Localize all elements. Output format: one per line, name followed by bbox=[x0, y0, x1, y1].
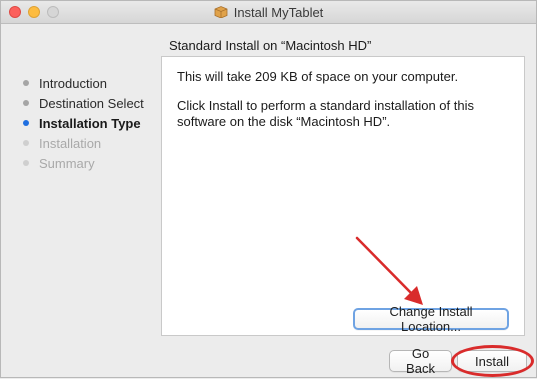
step-label: Summary bbox=[39, 155, 95, 171]
step-installation-type: Installation Type bbox=[23, 113, 163, 133]
change-install-location-button[interactable]: Change Install Location... bbox=[353, 304, 509, 334]
page-title: Standard Install on “Macintosh HD” bbox=[169, 38, 372, 53]
title-bar[interactable]: Install MyTablet bbox=[1, 1, 536, 24]
installer-steps: Introduction Destination Select Installa… bbox=[23, 73, 163, 173]
package-icon bbox=[214, 6, 228, 18]
step-label: Introduction bbox=[39, 75, 107, 91]
step-bullet-icon bbox=[23, 100, 29, 106]
step-installation: Installation bbox=[23, 133, 163, 153]
step-bullet-icon bbox=[23, 120, 29, 126]
step-bullet-icon bbox=[23, 160, 29, 166]
step-label: Destination Select bbox=[39, 95, 144, 111]
content-panel: This will take 209 KB of space on your c… bbox=[161, 56, 525, 336]
go-back-button[interactable]: Go Back bbox=[389, 346, 452, 376]
close-window-icon[interactable] bbox=[9, 6, 21, 18]
step-destination-select: Destination Select bbox=[23, 93, 163, 113]
step-label: Installation bbox=[39, 135, 102, 151]
step-bullet-icon bbox=[23, 140, 29, 146]
window-title-group: Install MyTablet bbox=[214, 4, 324, 20]
step-summary: Summary bbox=[23, 153, 163, 173]
space-requirement-text: This will take 209 KB of space on your c… bbox=[177, 69, 459, 84]
window-controls bbox=[9, 6, 59, 18]
step-introduction: Introduction bbox=[23, 73, 163, 93]
minimize-window-icon[interactable] bbox=[28, 6, 40, 18]
step-label: Installation Type bbox=[39, 115, 141, 131]
step-bullet-icon bbox=[23, 80, 29, 86]
install-button[interactable]: Install bbox=[457, 350, 527, 372]
zoom-window-icon bbox=[47, 6, 59, 18]
install-instructions-text: Click Install to perform a standard inst… bbox=[177, 98, 474, 129]
window-title: Install MyTablet bbox=[233, 4, 324, 20]
installer-window: Install MyTablet Standard Install on “Ma… bbox=[0, 0, 537, 378]
